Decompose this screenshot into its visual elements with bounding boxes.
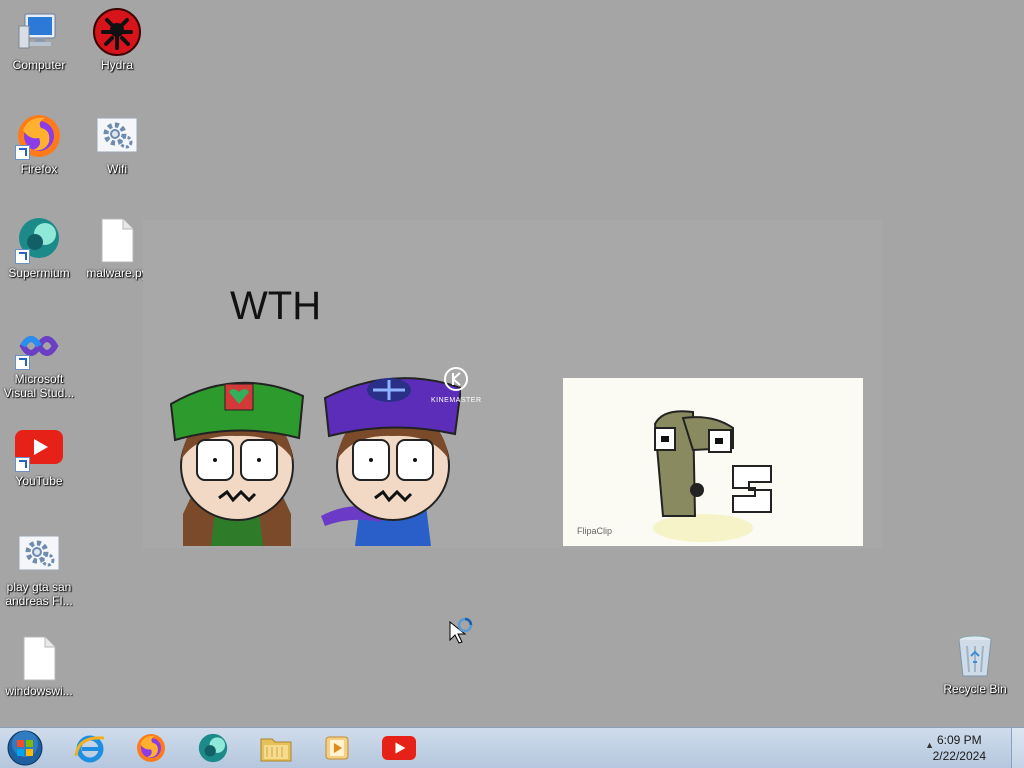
desktop-icon-gta[interactable]: play gta san andreas FI... [1,530,77,608]
supermium-icon [15,216,63,264]
video-inset: FlipaClip [563,378,863,546]
youtube-icon [382,735,416,761]
shortcut-arrow-icon [15,249,30,264]
start-orb-icon [7,730,43,766]
desktop-icon-computer[interactable]: Computer [1,8,77,72]
file-icon [93,216,141,264]
taskbar-youtube[interactable] [377,731,421,765]
kinemaster-watermark: KINEMASTER [431,366,481,404]
desktop-icon-label: Microsoft Visual Stud... [3,372,75,400]
taskbar-file-explorer[interactable] [254,731,298,765]
media-player-icon [325,736,349,760]
clock-date: 2/22/2024 [932,749,986,763]
desktop-icon-label: play gta san andreas FI... [5,580,73,608]
desktop-icon-label: Hydra [100,58,133,72]
shortcut-arrow-icon [15,355,30,370]
mouse-cursor-busy-icon [449,617,473,644]
settings-gear-icon [15,530,63,578]
taskbar-media-player[interactable] [315,731,359,765]
taskbar-internet-explorer[interactable] [68,731,112,765]
system-clock[interactable]: 6:09 PM 2/22/2024 [933,732,986,764]
desktop-icon-label: Recycle Bin [943,682,1007,696]
desktop-icon-label: Firefox [20,162,58,176]
kinemaster-logo-icon [444,367,468,391]
desktop-icon-hydra[interactable]: Hydra [79,8,155,72]
recycle-bin-icon [951,632,999,680]
firefox-icon [15,112,63,160]
cartoon-character-green-hat [169,381,305,546]
desktop-icon-supermium[interactable]: Supermium [1,216,77,280]
desktop-icon-label: Supermium [8,266,70,280]
desktop-icon-firefox[interactable]: Firefox [1,112,77,176]
overlay-caption: WTH [230,284,322,328]
shortcut-arrow-icon [15,145,30,160]
alphabet-lore-character [653,410,772,542]
visual-studio-icon [15,322,63,370]
firefox-icon [137,734,165,762]
youtube-icon [15,424,63,472]
watermark-text: KINEMASTER [431,397,482,404]
taskbar: ▲ 6:09 PM 2/22/2024 [0,727,1024,768]
clock-time: 6:09 PM [936,733,982,747]
desktop-icon-label: Computer [12,58,66,72]
desktop-icon-recycle-bin[interactable]: Recycle Bin [937,632,1013,696]
flipaclip-credit: FlipaClip [577,526,613,536]
desktop-icon-label: YouTube [15,474,63,488]
internet-explorer-icon [74,735,105,763]
desktop-icon-windowswi[interactable]: windowswi... [1,634,77,698]
desktop-icon-youtube[interactable]: YouTube [1,424,77,488]
start-button[interactable] [3,730,47,766]
desktop-icon-visual-studio[interactable]: Microsoft Visual Stud... [1,322,77,400]
desktop-icon-label: windowswi... [5,684,73,698]
supermium-icon [198,733,228,763]
taskbar-firefox[interactable] [129,731,173,765]
desktop-icon-label: Wifi [107,162,127,176]
file-icon [15,634,63,682]
video-overlay: WTH KINEMASTER FlipaClip [143,220,882,548]
shortcut-arrow-icon [15,457,30,472]
taskbar-supermium[interactable] [191,731,235,765]
show-desktop-button[interactable] [1011,728,1024,768]
settings-gear-icon [93,112,141,160]
computer-icon [15,8,63,56]
desktop-icon-wifi[interactable]: Wifi [79,112,155,176]
hydra-icon [93,8,141,56]
file-explorer-icon [260,738,292,762]
